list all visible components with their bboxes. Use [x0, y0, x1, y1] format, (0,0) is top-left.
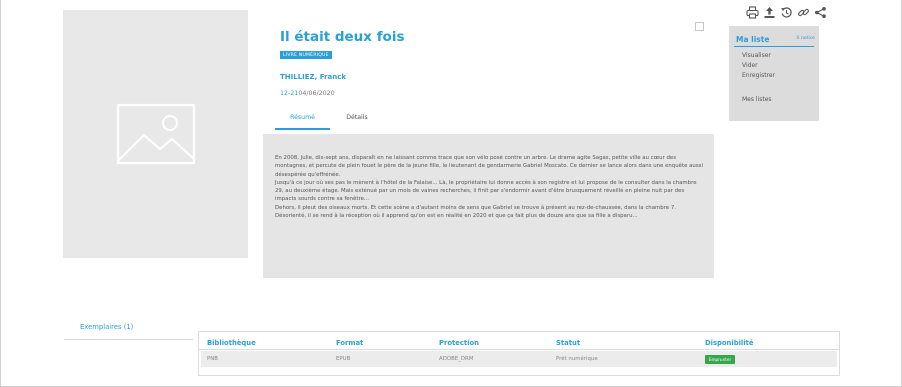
cell-status: Prêt numérique [556, 356, 598, 362]
summary-text: En 2008, Julie, dix-sept ans, disparaît … [275, 154, 703, 220]
summary-paragraph: Dehors, il pleut des oiseaux morts. Et c… [275, 204, 676, 220]
column-header-availability: Disponibilité [705, 339, 754, 347]
author-link[interactable]: THILLIEZ, Franck [280, 73, 346, 81]
cell-protection: ADOBE_DRM [439, 356, 474, 362]
clear-list-link[interactable]: Vider [742, 62, 758, 69]
my-list-count: 0 notice [796, 36, 815, 41]
table-header-divider [199, 349, 839, 350]
my-lists-link[interactable]: Mes listes [742, 96, 772, 103]
cell-format: EPUB [336, 356, 351, 362]
link-icon[interactable] [797, 6, 810, 19]
date-value: 04/06/2020 [298, 90, 335, 97]
record-toolbar [746, 6, 836, 20]
borrow-button[interactable]: Emprunter [705, 355, 735, 364]
view-list-link[interactable]: Visualiser [742, 52, 771, 59]
table-row [201, 351, 837, 367]
image-placeholder-icon [116, 103, 195, 165]
summary-paragraph: En 2008, Julie, dix-sept ans, disparaît … [275, 155, 703, 178]
select-record-checkbox[interactable] [695, 22, 704, 31]
holdings-table: Bibliothèque Format Protection Statut Di… [198, 331, 840, 376]
tab-copies[interactable]: Exemplaires (1) [64, 323, 193, 340]
format-badge: LIVRE NUMÉRIQUE [280, 51, 332, 59]
column-header-format: Format [336, 339, 364, 347]
publication-date: 12-2104/06/2020 [280, 90, 335, 97]
date-prefix: 12-21 [280, 90, 299, 97]
share-icon[interactable] [814, 6, 827, 19]
my-list-divider [734, 46, 814, 47]
record-header: Il était deux fois LIVRE NUMÉRIQUE THILL… [265, 10, 715, 130]
summary-panel: En 2008, Julie, dix-sept ans, disparaît … [263, 134, 714, 278]
save-list-link[interactable]: Enregistrer [742, 72, 775, 79]
summary-paragraph: Jusqu'à ce jour où ses pas le mènent à l… [275, 179, 697, 203]
tab-resume[interactable]: Résumé [275, 110, 330, 130]
my-list-title[interactable]: Ma liste [736, 35, 769, 44]
cell-library: PNB [207, 356, 218, 362]
column-header-protection: Protection [439, 339, 479, 347]
tab-details[interactable]: Détails [337, 110, 377, 130]
print-icon[interactable] [746, 6, 759, 19]
column-header-library: Bibliothèque [207, 339, 256, 347]
my-list-panel: Ma liste 0 notice Visualiser Vider Enreg… [729, 26, 819, 121]
record-title: Il était deux fois [280, 29, 405, 45]
history-icon[interactable] [780, 6, 793, 19]
upload-icon[interactable] [763, 6, 776, 19]
cover-image-placeholder [63, 10, 248, 258]
active-tab-indicator [275, 128, 330, 130]
column-header-status: Statut [556, 339, 581, 347]
